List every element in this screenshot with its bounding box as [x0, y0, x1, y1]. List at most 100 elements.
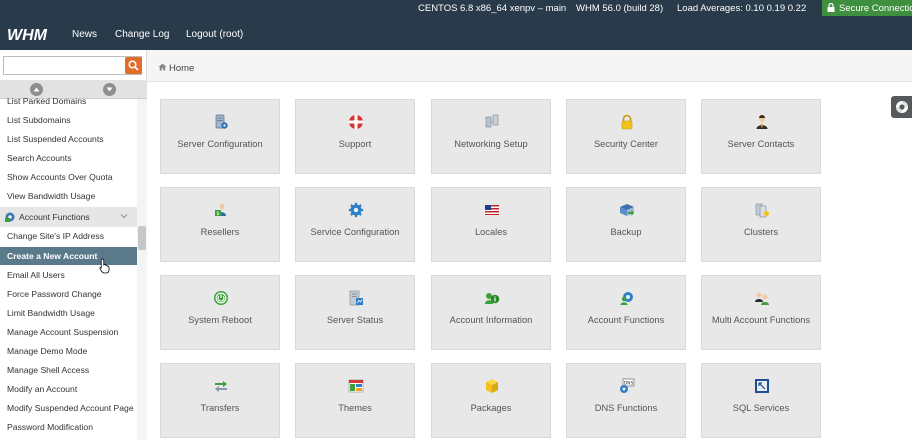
home-icon	[158, 63, 167, 71]
backup-drive-icon	[620, 204, 634, 216]
sidebar-item-manage-demo-mode[interactable]: Manage Demo Mode	[0, 342, 137, 360]
tile-clusters[interactable]: Clusters	[701, 187, 821, 262]
support-widget-button[interactable]	[891, 96, 912, 118]
svg-text:$: $	[216, 211, 219, 217]
sidebar-section-account-functions[interactable]: Account Functions	[0, 207, 137, 227]
tile-themes[interactable]: Themes	[295, 363, 415, 438]
top-bar: CENTOS 6.8 x86_64 xenpv – main WHM 56.0 …	[0, 0, 912, 50]
tile-sql-services[interactable]: SQL Services	[701, 363, 821, 438]
sidebar-item-create-new-account[interactable]: Create a New Account	[0, 247, 137, 265]
secure-connection-label: Secure Connection	[839, 3, 912, 14]
search-icon	[128, 60, 139, 71]
lifebuoy-icon	[349, 115, 363, 129]
tile-networking-setup[interactable]: Networking Setup	[431, 99, 551, 174]
tile-label: Support	[338, 139, 372, 149]
tile-label: Networking Setup	[454, 139, 528, 149]
tile-support[interactable]: Support	[295, 99, 415, 174]
secure-connection-badge[interactable]: Secure Connection	[822, 0, 912, 16]
sidebar-item-view-bandwidth-usage[interactable]: View Bandwidth Usage	[0, 187, 137, 205]
tile-label: SQL Services	[732, 403, 790, 413]
tile-label: Server Configuration	[177, 139, 263, 149]
sidebar-scrollbar-thumb[interactable]	[138, 226, 146, 250]
breadcrumb-home-link[interactable]: Home	[169, 63, 194, 74]
chevron-down-icon	[120, 214, 128, 219]
tile-label: Transfers	[200, 403, 240, 413]
sidebar-item-limit-bandwidth-usage[interactable]: Limit Bandwidth Usage	[0, 304, 137, 322]
sidebar-item-change-site-ip[interactable]: Change Site's IP Address	[0, 227, 137, 245]
contact-person-icon	[756, 115, 768, 129]
tile-label: Security Center	[593, 139, 659, 149]
nav-changelog-link[interactable]: Change Log	[115, 29, 170, 40]
tile-system-reboot[interactable]: System Reboot	[160, 275, 280, 350]
svg-text:i: i	[494, 296, 496, 304]
tile-label: Resellers	[200, 227, 240, 237]
sidebar-item-list-parked-domains[interactable]: List Parked Domains	[0, 93, 137, 109]
tile-label: Server Contacts	[727, 139, 795, 149]
palette-icon	[348, 379, 364, 393]
sidebar-item-modify-an-account[interactable]: Modify an Account	[0, 380, 137, 398]
search-input[interactable]	[4, 57, 124, 74]
os-info: CENTOS 6.8 x86_64 xenpv – main	[418, 3, 567, 14]
account-gear-icon	[620, 292, 633, 305]
tile-backup[interactable]: Backup	[566, 187, 686, 262]
flag-icon	[485, 205, 499, 215]
svg-text:WHM: WHM	[7, 27, 48, 43]
package-box-icon	[486, 379, 498, 393]
tile-server-status[interactable]: Server Status	[295, 275, 415, 350]
tile-service-configuration[interactable]: Service Configuration	[295, 187, 415, 262]
tile-dns-functions[interactable]: DNS DNS Functions	[566, 363, 686, 438]
tile-multi-account-functions[interactable]: Multi Account Functions	[701, 275, 821, 350]
tile-server-contacts[interactable]: Server Contacts	[701, 99, 821, 174]
sidebar-item-list-subdomains[interactable]: List Subdomains	[0, 111, 137, 129]
tile-label: Server Status	[326, 315, 384, 325]
sidebar-search	[3, 56, 142, 75]
tile-locales[interactable]: Locales	[431, 187, 551, 262]
whm-version: WHM 56.0 (build 28)	[576, 3, 664, 14]
sidebar-item-password-modification[interactable]: Password Modification	[0, 418, 137, 436]
tile-account-functions[interactable]: Account Functions	[566, 275, 686, 350]
server-status-icon	[349, 290, 363, 306]
load-averages: Load Averages: 0.10 0.19 0.22	[677, 3, 807, 14]
sidebar: List Parked Domains List Subdomains List…	[0, 50, 147, 440]
nav-logout-link[interactable]: Logout (root)	[186, 29, 243, 40]
sidebar-item-search-accounts[interactable]: Search Accounts	[0, 149, 137, 167]
cluster-servers-icon	[755, 203, 769, 218]
account-info-icon: i	[485, 293, 500, 304]
breadcrumb: Home	[147, 50, 912, 82]
tile-label: DNS Functions	[594, 403, 658, 413]
lock-icon	[827, 3, 835, 12]
search-button[interactable]	[125, 57, 142, 74]
nav-news-link[interactable]: News	[72, 29, 97, 40]
tile-label: Backup	[610, 227, 642, 237]
sidebar-item-email-all-users[interactable]: Email All Users	[0, 266, 137, 284]
sidebar-item-manage-account-suspension[interactable]: Manage Account Suspension	[0, 323, 137, 341]
sidebar-item-modify-suspended-account-page[interactable]: Modify Suspended Account Page	[0, 399, 137, 417]
tile-packages[interactable]: Packages	[431, 363, 551, 438]
account-gear-icon	[5, 212, 15, 222]
reseller-icon: $	[215, 203, 226, 217]
tile-transfers[interactable]: Transfers	[160, 363, 280, 438]
sidebar-item-manage-shell-access[interactable]: Manage Shell Access	[0, 361, 137, 379]
network-icon	[485, 114, 499, 128]
tile-label: Account Functions	[587, 315, 665, 325]
sidebar-item-list-suspended-accounts[interactable]: List Suspended Accounts	[0, 130, 137, 148]
tile-label: Packages	[470, 403, 512, 413]
tile-label: Themes	[338, 403, 372, 413]
service-gear-icon	[348, 202, 364, 218]
tile-server-configuration[interactable]: Server Configuration	[160, 99, 280, 174]
arrow-up-icon	[33, 87, 40, 92]
sidebar-scrollbar[interactable]	[137, 99, 147, 440]
server-config-icon	[215, 114, 228, 129]
system-info-bar: CENTOS 6.8 x86_64 xenpv – main WHM 56.0 …	[0, 0, 912, 16]
power-icon	[214, 291, 228, 305]
sidebar-item-force-password-change[interactable]: Force Password Change	[0, 285, 137, 303]
lifebuoy-icon	[896, 101, 908, 113]
whm-logo[interactable]: WHM	[7, 25, 59, 43]
tile-resellers[interactable]: $ Resellers	[160, 187, 280, 262]
tile-label: Multi Account Functions	[711, 315, 811, 325]
sidebar-item-show-accounts-over-quota[interactable]: Show Accounts Over Quota	[0, 168, 137, 186]
tile-label: Locales	[474, 227, 508, 237]
tile-security-center[interactable]: Security Center	[566, 99, 686, 174]
tile-account-information[interactable]: i Account Information	[431, 275, 551, 350]
dns-icon: DNS	[620, 378, 635, 393]
